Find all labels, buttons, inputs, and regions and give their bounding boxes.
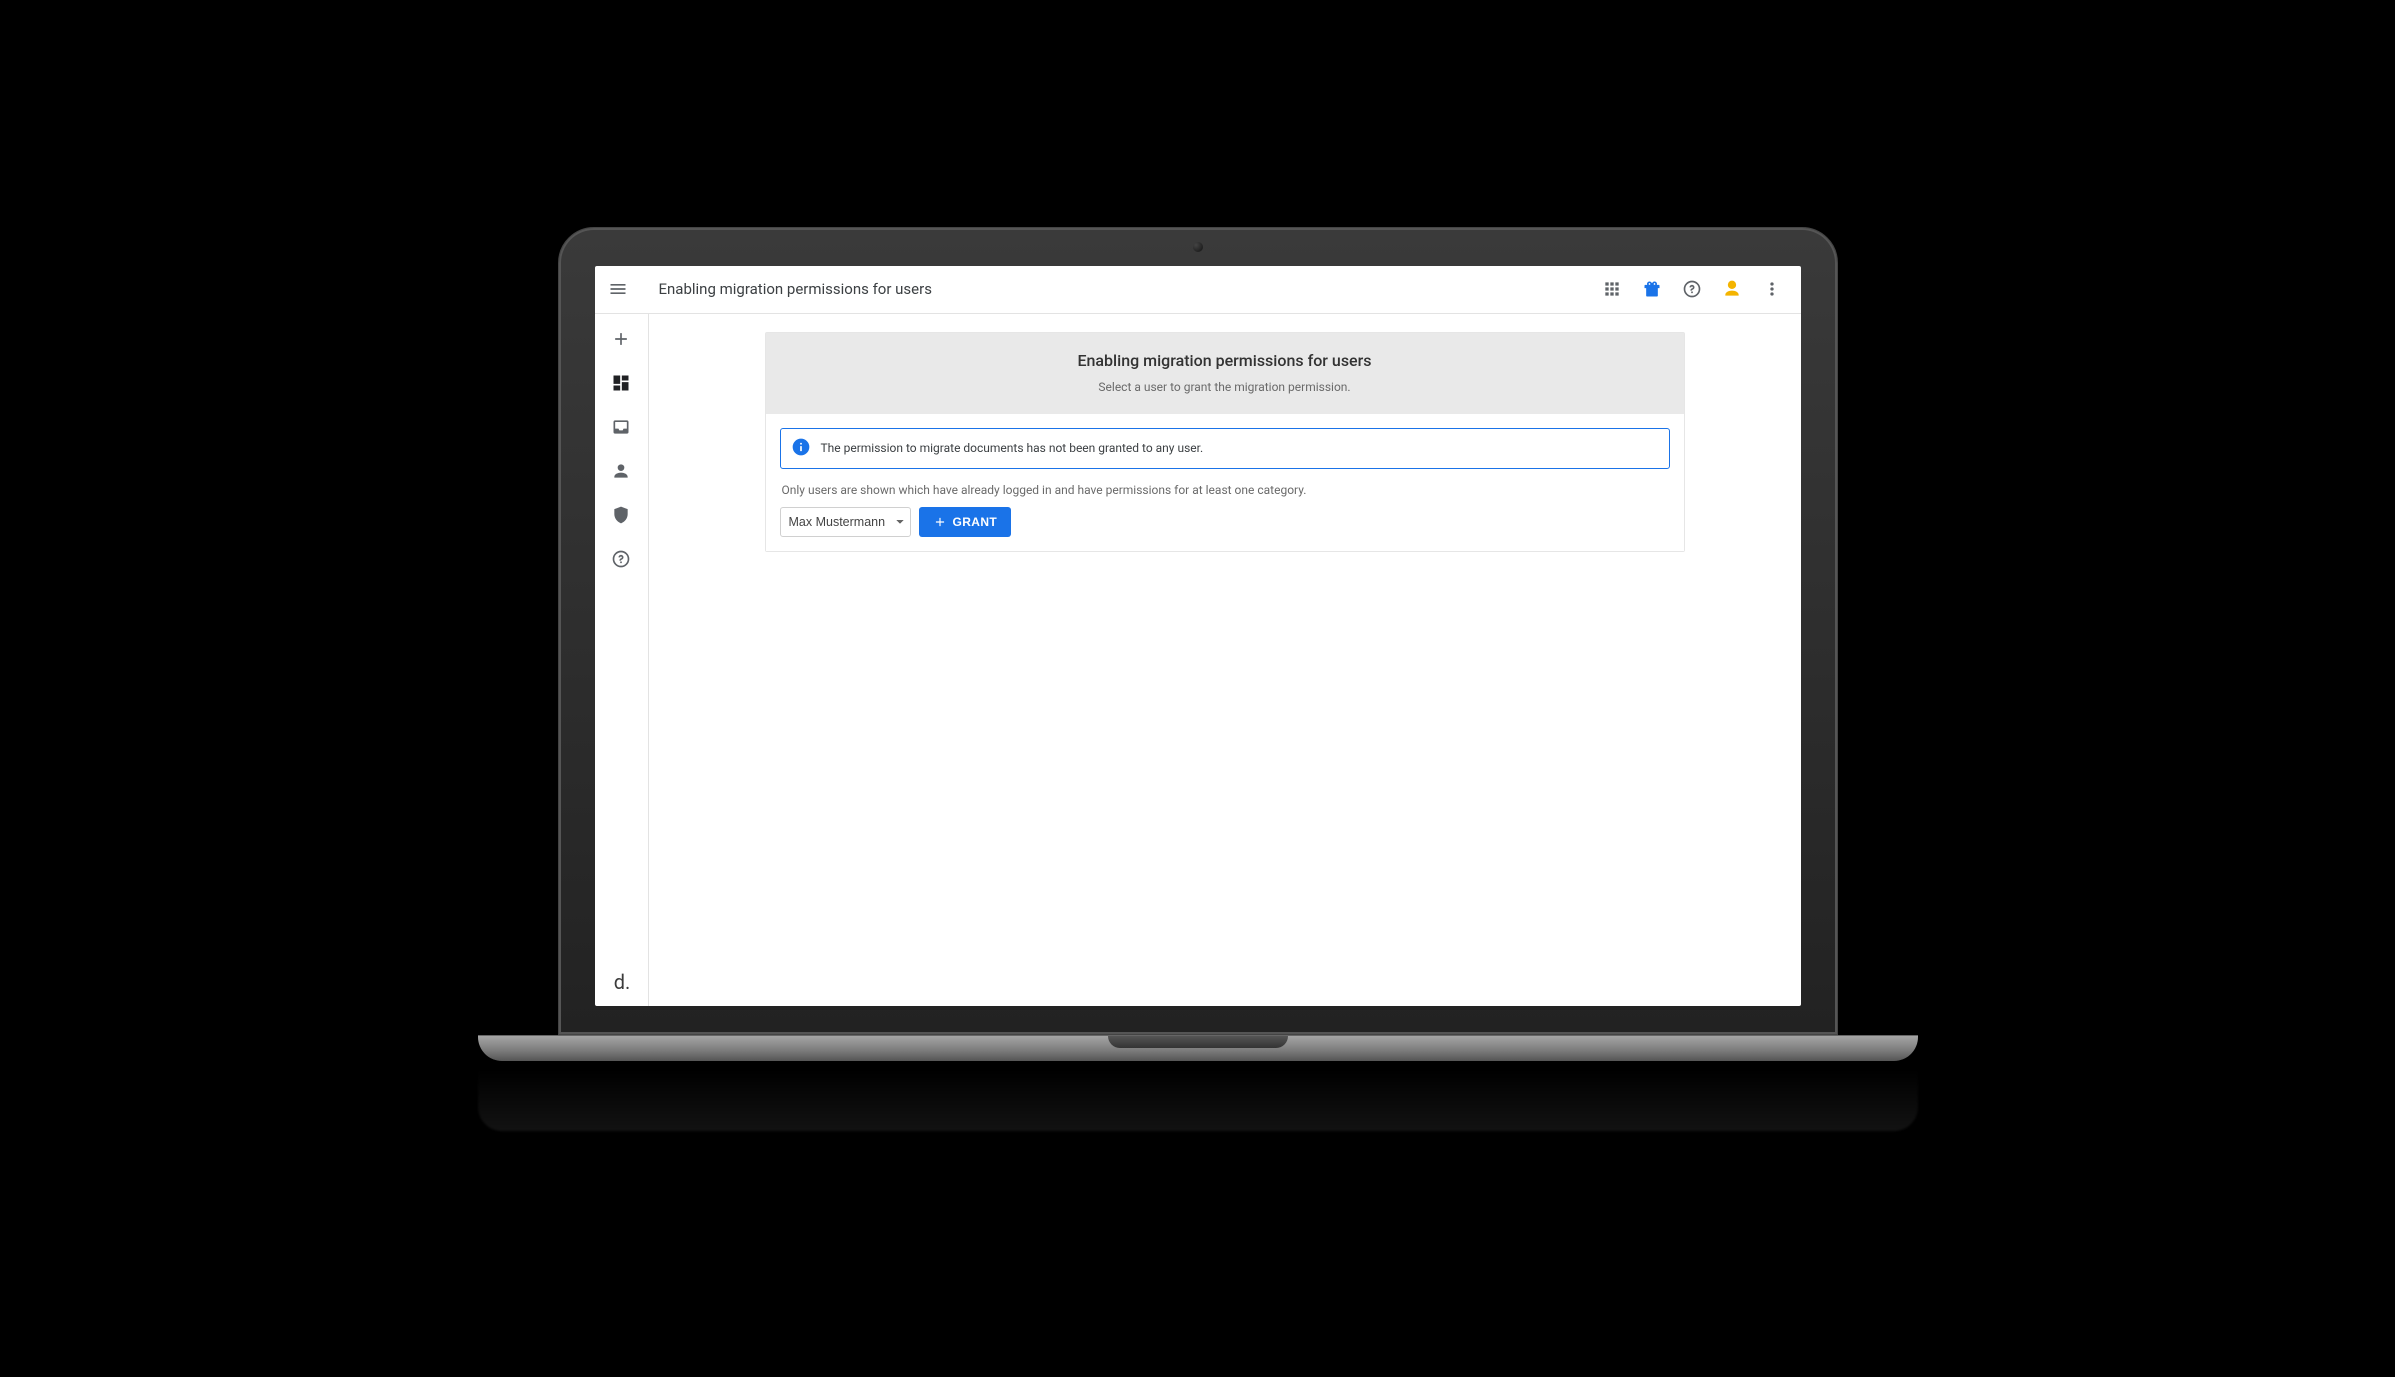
laptop-reflection [478, 1061, 1918, 1131]
topbar-actions [1593, 270, 1791, 308]
more-vertical-icon [1762, 279, 1782, 299]
person-icon [611, 461, 631, 481]
grant-controls: Max Mustermann GRANT [780, 507, 1670, 537]
brand-mark: d. [612, 970, 631, 1006]
rail-add-button[interactable] [600, 318, 642, 360]
card-subheading: Select a user to grant the migration per… [786, 380, 1664, 394]
gift-icon [1642, 279, 1662, 299]
info-banner: The permission to migrate documents has … [780, 428, 1670, 469]
inbox-icon [611, 417, 631, 437]
user-avatar-icon [1722, 279, 1742, 299]
info-message: The permission to migrate documents has … [821, 441, 1204, 455]
page-title: Enabling migration permissions for users [659, 280, 1585, 298]
info-icon [791, 437, 811, 460]
overflow-menu-button[interactable] [1753, 270, 1791, 308]
plus-icon [611, 329, 631, 349]
main-content: Enabling migration permissions for users… [649, 314, 1801, 1006]
hamburger-icon [608, 279, 628, 299]
shield-icon [611, 505, 631, 525]
card-heading: Enabling migration permissions for users [786, 351, 1664, 370]
profile-button[interactable] [1713, 270, 1751, 308]
topbar: Enabling migration permissions for users [595, 266, 1801, 314]
laptop-mockup: Enabling migration permissions for users [558, 227, 1838, 1151]
apps-grid-icon [1602, 279, 1622, 299]
rail-help-button[interactable] [600, 538, 642, 580]
card-header: Enabling migration permissions for users… [766, 333, 1684, 414]
permissions-card: Enabling migration permissions for users… [765, 332, 1685, 552]
grant-button-label: GRANT [953, 515, 998, 529]
app-body: d. Enabling migration permissions for us… [595, 314, 1801, 1006]
dashboard-icon [611, 373, 631, 393]
whats-new-button[interactable] [1633, 270, 1671, 308]
laptop-bezel: Enabling migration permissions for users [558, 227, 1838, 1035]
help-circle-icon [1682, 279, 1702, 299]
side-rail: d. [595, 314, 649, 1006]
help-button[interactable] [1673, 270, 1711, 308]
app-screen: Enabling migration permissions for users [595, 266, 1801, 1006]
rail-users-button[interactable] [600, 450, 642, 492]
plus-icon [933, 515, 947, 529]
rail-inbox-button[interactable] [600, 406, 642, 448]
apps-button[interactable] [1593, 270, 1631, 308]
eligibility-note: Only users are shown which have already … [782, 483, 1668, 497]
help-outline-icon [611, 549, 631, 569]
rail-security-button[interactable] [600, 494, 642, 536]
user-select[interactable]: Max Mustermann [780, 507, 911, 537]
rail-dashboard-button[interactable] [600, 362, 642, 404]
laptop-base [478, 1035, 1918, 1061]
grant-button[interactable]: GRANT [919, 507, 1012, 537]
laptop-camera [1193, 242, 1203, 252]
card-body: The permission to migrate documents has … [766, 414, 1684, 551]
menu-button[interactable] [599, 270, 637, 308]
